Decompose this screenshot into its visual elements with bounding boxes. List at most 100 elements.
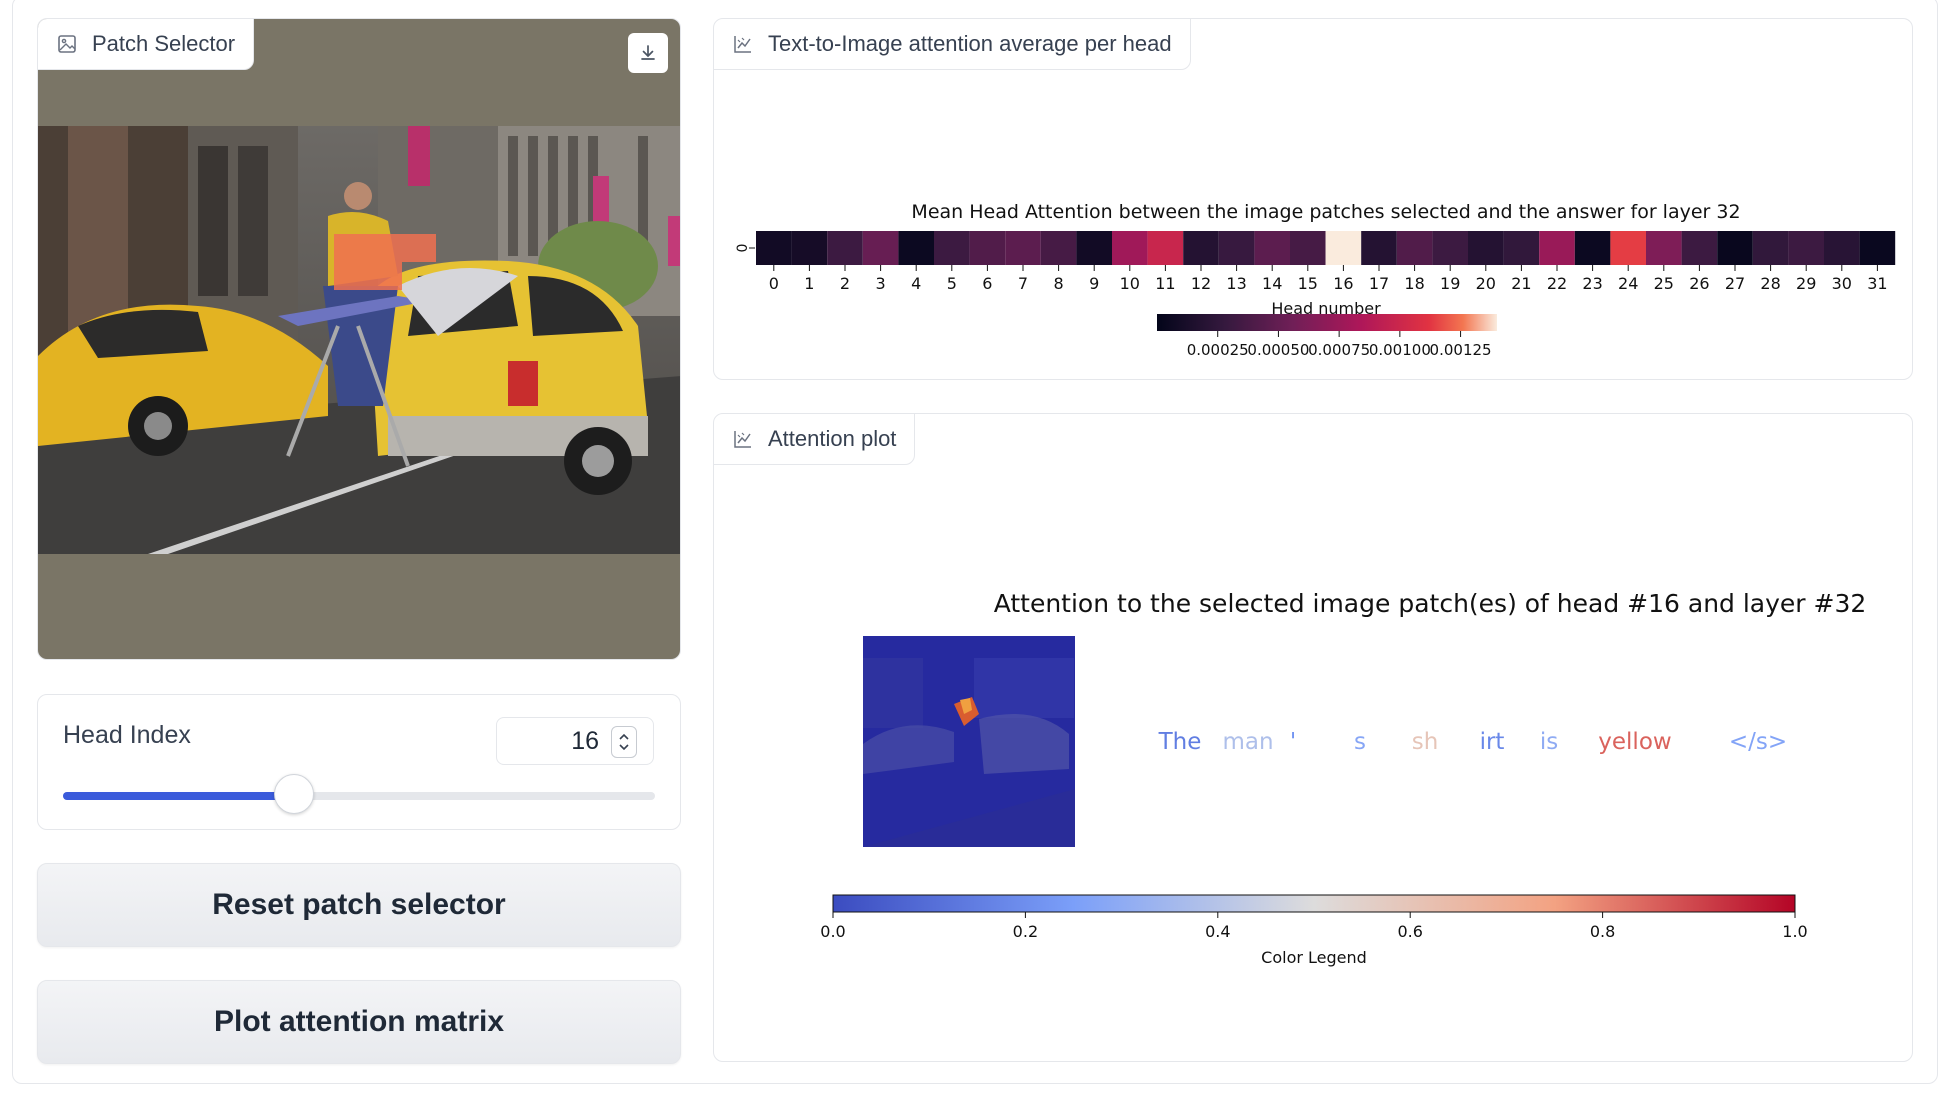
heatmap-cell: [1325, 231, 1362, 265]
heatmap-cell: [1610, 231, 1646, 265]
heatmap-cell: [1824, 231, 1860, 265]
heatmap-xtick-label: 29: [1796, 274, 1816, 293]
heatmap-xtick-label: 14: [1262, 274, 1282, 293]
heatmap-cell: [756, 231, 792, 265]
heatmap-xtick-label: 24: [1618, 274, 1638, 293]
slider-thumb[interactable]: [273, 774, 314, 814]
heatmap-cell: [827, 231, 863, 265]
heatmap-cell: [1183, 231, 1219, 265]
heatmap-cell: [1752, 231, 1789, 265]
attention-token: man: [1222, 729, 1273, 755]
chart-icon: [734, 36, 751, 53]
plot-attention-matrix-button[interactable]: Plot attention matrix: [37, 980, 681, 1064]
heatmap-xtick-label: 19: [1440, 274, 1460, 293]
heatmap-xtick-label: 15: [1298, 274, 1318, 293]
heatmap-xtick-label: 28: [1760, 274, 1780, 293]
heatmap-ytick: 0: [735, 244, 755, 253]
attention-token: yellow: [1598, 729, 1671, 755]
heatmap-xtick-label: 7: [1018, 274, 1028, 293]
head-attention-title: Text-to-Image attention average per head: [768, 31, 1172, 56]
download-button[interactable]: [628, 33, 668, 73]
heatmap-xtick-label: 1: [804, 274, 814, 293]
attention-token: The: [1158, 729, 1202, 755]
heatmap-xtick-label: 4: [911, 274, 921, 293]
heatmap-xtick-label: 22: [1547, 274, 1567, 293]
heatmap-xtick-label: 11: [1155, 274, 1175, 293]
heatmap-cell: [1717, 231, 1753, 265]
reset-patch-selector-button[interactable]: Reset patch selector: [37, 863, 681, 947]
heatmap-xtick-label: 16: [1333, 274, 1353, 293]
heatmap-cell: [1396, 231, 1433, 265]
heatmap-cell: [1539, 231, 1575, 265]
heatmap-cell: [1788, 231, 1824, 265]
attention-figure: Attention to the selected image patch(es…: [820, 589, 1867, 967]
head-index-panel: Head Index 16: [37, 694, 681, 830]
attention-overlay-image: [863, 636, 1075, 847]
chevron-up-icon[interactable]: [617, 732, 631, 742]
heatmap-xtick-label: 23: [1582, 274, 1602, 293]
heatmap-cell: [1112, 231, 1148, 265]
heatmap-xtick-label: 5: [947, 274, 957, 293]
attention-figure-title: Attention to the selected image patch(es…: [994, 589, 1867, 618]
head-index-label: Head Index: [63, 721, 191, 749]
heatmap-cell: [1290, 231, 1326, 265]
heatmap-cell: [1574, 231, 1611, 265]
attention-colorbar: [832, 894, 1796, 913]
heatmap-cell: [1147, 231, 1184, 265]
attention-token: irt: [1480, 729, 1505, 755]
heatmap-cell: [1432, 231, 1468, 265]
heatmap-cell: [1254, 231, 1290, 265]
attention-colorbar-tick-label: 0.2: [1013, 922, 1038, 941]
heatmap-colorbar-tick-label: 0.00125: [1430, 341, 1492, 359]
heatmap-cell: [1681, 231, 1718, 265]
head-index-slider[interactable]: [63, 774, 655, 814]
head-attention-panel: Text-to-Image attention average per head…: [713, 18, 1913, 380]
heatmap-xtick-label: 31: [1867, 274, 1887, 293]
attention-plot-label: Attention plot: [714, 414, 916, 465]
head-index-input[interactable]: 16: [496, 717, 654, 765]
heatmap-cell: [1859, 231, 1896, 265]
heatmap-xtick-label: 10: [1120, 274, 1140, 293]
attention-token: is: [1540, 729, 1558, 755]
heatmap-cell: [1040, 231, 1077, 265]
attention-colorbar-tick-label: 0.8: [1590, 922, 1615, 941]
street-photo[interactable]: [38, 126, 680, 554]
heatmap-xtick-label: 3: [876, 274, 886, 293]
heatmap-xtick-label: 17: [1369, 274, 1389, 293]
head-index-value: 16: [571, 726, 599, 755]
download-icon: [641, 45, 655, 60]
head-index-stepper[interactable]: [611, 726, 637, 758]
heatmap-xtick-label: 2: [840, 274, 850, 293]
image-icon: [58, 35, 76, 53]
heatmap-cell: [1646, 231, 1682, 265]
head-attention-label: Text-to-Image attention average per head: [714, 19, 1191, 70]
heatmap-cell: [1361, 231, 1397, 265]
head-attention-heatmap: Mean Head Attention between the image pa…: [735, 201, 1896, 359]
heatmap-cell: [1218, 231, 1255, 265]
attention-colorbar-label: Color Legend: [1261, 948, 1367, 967]
heatmap-xtick-label: 27: [1725, 274, 1745, 293]
heatmap-colorbar: [1157, 314, 1497, 331]
heatmap-xtick-label: 30: [1832, 274, 1852, 293]
chevron-down-icon[interactable]: [617, 742, 631, 752]
heatmap-xtick-label: 18: [1404, 274, 1424, 293]
attention-colorbar-tick-label: 0.6: [1397, 922, 1422, 941]
heatmap-cell: [1005, 231, 1041, 265]
patch-selector-title: Patch Selector: [92, 31, 236, 56]
heatmap-cell: [1468, 231, 1504, 265]
attention-token: s: [1354, 729, 1366, 755]
attention-token: sh: [1412, 729, 1439, 755]
heatmap-cell: [898, 231, 934, 265]
attention-colorbar-tick-label: 1.0: [1782, 922, 1807, 941]
attention-token: </s>: [1729, 729, 1787, 755]
heatmap-cell: [1503, 231, 1540, 265]
heatmap-xtick-label: 0: [769, 274, 779, 293]
heatmap-colorbar-tick-label: 0.00025: [1187, 341, 1249, 359]
heatmap-xtick-label: 6: [982, 274, 992, 293]
attention-colorbar-tick-label: 0.4: [1205, 922, 1230, 941]
heatmap-cell: [791, 231, 828, 265]
patch-selector-panel[interactable]: Patch Selector: [37, 18, 681, 660]
heatmap-ytick-label: 0: [735, 244, 751, 253]
heatmap-xtick-label: 26: [1689, 274, 1709, 293]
heatmap-xtick-label: 12: [1191, 274, 1211, 293]
